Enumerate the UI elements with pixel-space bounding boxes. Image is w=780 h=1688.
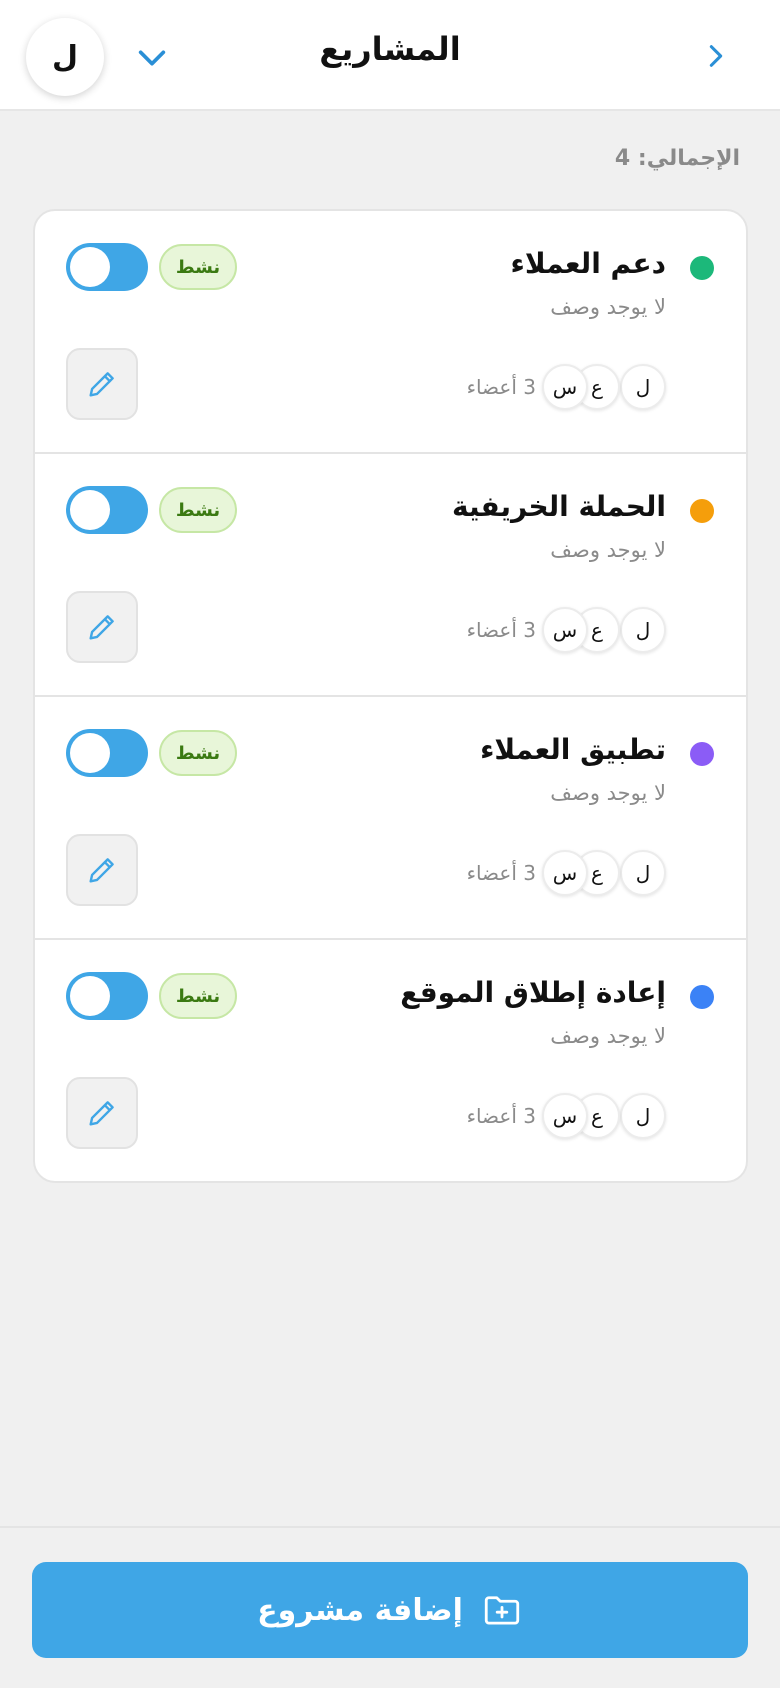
pencil-icon xyxy=(89,858,114,883)
dropdown-button[interactable] xyxy=(128,34,176,82)
toggle-knob xyxy=(70,490,110,530)
pencil-icon xyxy=(89,1101,114,1126)
member-avatar: ل xyxy=(620,364,666,410)
member-avatar: ل xyxy=(620,1093,666,1139)
members-count: 3 أعضاء xyxy=(466,1104,536,1128)
project-color-dot xyxy=(690,256,714,280)
member-avatar: ل xyxy=(620,850,666,896)
project-description: لا يوجد وصف xyxy=(550,538,666,562)
toggle-knob xyxy=(70,733,110,773)
member-avatar: س xyxy=(542,1093,588,1139)
project-description: لا يوجد وصف xyxy=(550,295,666,319)
members-group: ل ع س 3 أعضاء xyxy=(467,606,666,654)
bottom-bar: إضافة مشروع xyxy=(0,1526,780,1688)
project-active-toggle[interactable] xyxy=(66,486,148,534)
project-name: الحملة الخريفية xyxy=(451,490,666,523)
project-item: تطبيق العملاء لا يوجد وصف نشط ل ع س 3 أع… xyxy=(35,697,746,940)
project-active-toggle[interactable] xyxy=(66,729,148,777)
chevron-down-icon xyxy=(138,50,166,66)
top-bar: المشاريع ل xyxy=(0,0,780,111)
toggle-knob xyxy=(70,247,110,287)
project-item: الحملة الخريفية لا يوجد وصف نشط ل ع س 3 … xyxy=(35,454,746,697)
pencil-icon xyxy=(89,372,114,397)
members-count: 3 أعضاء xyxy=(466,861,536,885)
member-avatar: س xyxy=(542,850,588,896)
members-group: ل ع س 3 أعضاء xyxy=(467,1092,666,1140)
status-badge: نشط xyxy=(159,730,237,776)
toggle-knob xyxy=(70,976,110,1016)
members-count: 3 أعضاء xyxy=(466,375,536,399)
user-avatar[interactable]: ل xyxy=(26,18,104,96)
project-color-dot xyxy=(690,742,714,766)
project-description: لا يوجد وصف xyxy=(550,781,666,805)
projects-list: دعم العملاء لا يوجد وصف نشط ل ع س 3 أعضا… xyxy=(33,209,748,1183)
edit-project-button[interactable] xyxy=(66,591,138,663)
status-badge: نشط xyxy=(159,487,237,533)
total-count: الإجمالي: 4 xyxy=(614,146,740,171)
project-color-dot xyxy=(690,499,714,523)
add-project-button[interactable]: إضافة مشروع xyxy=(32,1562,748,1658)
edit-project-button[interactable] xyxy=(66,834,138,906)
project-color-dot xyxy=(690,985,714,1009)
member-avatar: س xyxy=(542,364,588,410)
status-badge: نشط xyxy=(159,244,237,290)
project-name: إعادة إطلاق الموقع xyxy=(400,976,666,1009)
members-count: 3 أعضاء xyxy=(466,618,536,642)
project-active-toggle[interactable] xyxy=(66,972,148,1020)
members-group: ل ع س 3 أعضاء xyxy=(467,849,666,897)
project-item: دعم العملاء لا يوجد وصف نشط ل ع س 3 أعضا… xyxy=(35,211,746,454)
edit-project-button[interactable] xyxy=(66,348,138,420)
project-description: لا يوجد وصف xyxy=(550,1024,666,1048)
project-name: دعم العملاء xyxy=(510,247,666,280)
project-item: إعادة إطلاق الموقع لا يوجد وصف نشط ل ع س… xyxy=(35,940,746,1181)
project-active-toggle[interactable] xyxy=(66,243,148,291)
status-badge: نشط xyxy=(159,973,237,1019)
pencil-icon xyxy=(89,615,114,640)
member-avatar: س xyxy=(542,607,588,653)
add-project-label: إضافة مشروع xyxy=(257,1592,463,1628)
project-name: تطبيق العملاء xyxy=(480,733,666,766)
page-title: المشاريع xyxy=(319,30,461,68)
edit-project-button[interactable] xyxy=(66,1077,138,1149)
members-group: ل ع س 3 أعضاء xyxy=(467,363,666,411)
folder-plus-icon xyxy=(484,1596,520,1625)
member-avatar: ل xyxy=(620,607,666,653)
